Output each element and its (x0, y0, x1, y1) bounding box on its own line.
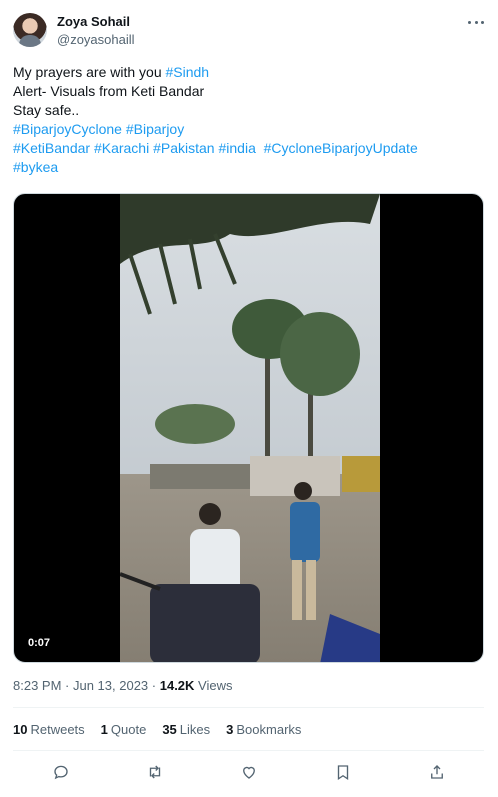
hashtag-row-2: #KetiBandar #Karachi #Pakistan #india #C… (13, 139, 483, 158)
views-label: Views (194, 678, 233, 693)
tweet-line-2: Alert- Visuals from Keti Bandar (13, 83, 205, 99)
meta-separator: · (61, 678, 73, 693)
hashtag-link[interactable]: #BiparjoyCyclone (13, 121, 122, 137)
hashtag-row-3: #bykea (13, 158, 483, 177)
bookmarks-count: 3 (226, 722, 234, 737)
hashtag-link[interactable]: #Biparjoy (126, 121, 184, 137)
bookmark-icon[interactable] (331, 760, 355, 784)
quotes-count: 1 (100, 722, 108, 737)
hashtag-link[interactable]: #CycloneBiparjoyUpdate (264, 140, 418, 156)
share-icon[interactable] (425, 760, 449, 784)
action-bar (13, 760, 484, 784)
views-count: 14.2K (159, 678, 195, 693)
tweet-line-3: Stay safe.. (13, 102, 80, 118)
tweet-line-1-text: My prayers are with you (13, 64, 166, 80)
engagement-stats: 10 Retweets 1 Quote 35 Likes 3 Bookmarks (13, 722, 301, 737)
video-duration-badge: 0:07 (24, 636, 55, 650)
more-options-icon[interactable] (466, 14, 486, 30)
likes-count: 35 (162, 722, 177, 737)
tweet-line-1: My prayers are with you #Sindh (13, 63, 483, 82)
video-thumbnail (120, 194, 380, 662)
hashtag-link[interactable]: #bykea (13, 159, 58, 175)
retweets-count: 10 (13, 722, 28, 737)
hashtag-link[interactable]: #india (218, 140, 255, 156)
avatar[interactable] (13, 13, 47, 47)
tweet-meta: 8:23 PM · Jun 13, 2023 · 14.2K Views (13, 678, 233, 693)
hashtag-link[interactable]: #KetiBandar (13, 140, 90, 156)
divider (13, 707, 484, 708)
like-icon[interactable] (237, 760, 261, 784)
bookmarks-label: Bookmarks (236, 722, 302, 737)
author-display-name[interactable]: Zoya Sohail (57, 14, 130, 29)
retweets-stat[interactable]: 10 Retweets (13, 722, 85, 737)
video-player[interactable]: 0:07 (13, 193, 484, 663)
likes-stat[interactable]: 35 Likes (162, 722, 210, 737)
divider (13, 750, 484, 751)
author-handle[interactable]: @zoyasohaill (57, 32, 135, 47)
tweet-date[interactable]: Jun 13, 2023 (73, 678, 148, 693)
likes-label: Likes (179, 722, 211, 737)
retweet-icon[interactable] (143, 760, 167, 784)
hashtag-link[interactable]: #Sindh (166, 64, 210, 80)
quotes-stat[interactable]: 1 Quote (101, 722, 147, 737)
hashtag-link[interactable]: #Pakistan (153, 140, 214, 156)
hashtag-row-1: #BiparjoyCyclone #Biparjoy (13, 120, 483, 139)
bookmarks-stat[interactable]: 3 Bookmarks (226, 722, 301, 737)
quotes-label: Quote (110, 722, 147, 737)
tweet-text: My prayers are with you #Sindh Alert- Vi… (13, 63, 483, 177)
hashtag-link[interactable]: #Karachi (94, 140, 149, 156)
meta-separator: · (148, 678, 160, 693)
tweet-time[interactable]: 8:23 PM (13, 678, 61, 693)
reply-icon[interactable] (49, 760, 73, 784)
tweet-card: Zoya Sohail @zoyasohaill My prayers are … (0, 0, 498, 797)
retweets-label: Retweets (30, 722, 85, 737)
